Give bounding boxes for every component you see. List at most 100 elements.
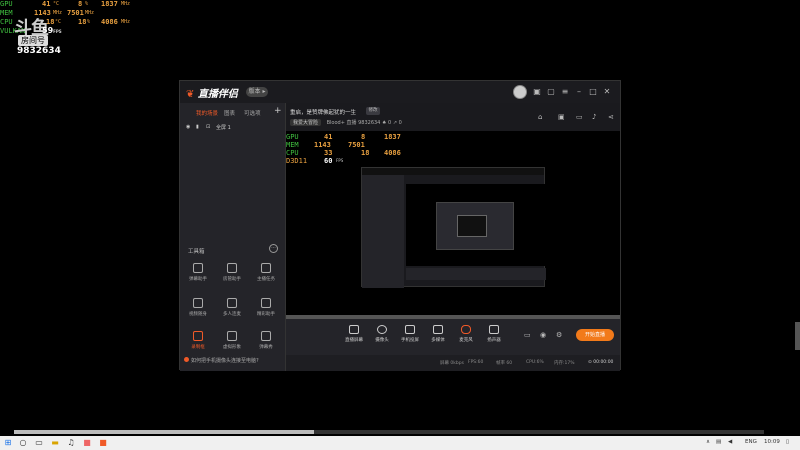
- osd-label: MEM: [286, 141, 299, 149]
- speaker-icon: [489, 325, 499, 334]
- phone-icon: [405, 325, 415, 334]
- taskbar-clock[interactable]: 10:09: [764, 439, 780, 445]
- tool-label: 视频随身: [189, 312, 207, 317]
- tip-icon: [184, 357, 189, 362]
- osd-unit: MHz: [121, 1, 131, 7]
- control-label: 手机投屏: [401, 338, 419, 343]
- download-icon: [227, 298, 237, 308]
- tool-streamer-task[interactable]: 主播任务: [252, 263, 280, 287]
- control-label: 摄像头: [375, 338, 389, 343]
- bell-icon[interactable]: ♪: [592, 113, 596, 121]
- lock-icon[interactable]: ▮: [196, 124, 199, 130]
- osd-unit: MHz: [85, 10, 95, 16]
- share-count: 0: [398, 120, 402, 126]
- share-icon[interactable]: ⋖: [608, 113, 614, 121]
- play-icon: [433, 325, 443, 334]
- status-cpu: CPU:6%: [526, 360, 544, 365]
- microphone-button[interactable]: 麦克风: [453, 325, 479, 343]
- tool-video[interactable]: 视频随身: [184, 298, 212, 322]
- volume-icon[interactable]: ◀: [728, 439, 732, 445]
- scene-item[interactable]: ◉ ▮ ⊡ 全屏 1: [184, 123, 282, 133]
- search-icon[interactable]: ○: [18, 438, 28, 448]
- shirt-icon[interactable]: ▣: [532, 87, 542, 97]
- language-indicator[interactable]: ENG: [745, 439, 757, 445]
- tray-chevron-icon[interactable]: ∧: [706, 439, 710, 445]
- version-button[interactable]: 版本 ▸: [246, 87, 268, 97]
- osd-value: 1143: [314, 141, 331, 149]
- tool-danmu-show[interactable]: 弹幕秀: [252, 331, 280, 355]
- go-live-button[interactable]: 开始直播: [576, 329, 614, 341]
- osd-value: 41: [324, 133, 333, 141]
- control-label: 扬声器: [487, 338, 501, 343]
- streaming-app-icon[interactable]: ■: [98, 438, 108, 448]
- osd-value: 7501: [348, 141, 365, 149]
- settings-icon[interactable]: ⚙: [556, 331, 562, 339]
- file-explorer-icon[interactable]: ▬: [50, 438, 60, 448]
- highlight-icon: [261, 298, 271, 308]
- osd-label: CPU: [0, 18, 13, 26]
- eye-icon[interactable]: ◉: [540, 331, 546, 339]
- preview-osd-row: D3D11 60 FPS: [286, 157, 343, 165]
- network-icon[interactable]: ▤: [716, 439, 721, 445]
- gift-icon[interactable]: ⌂: [538, 113, 542, 121]
- nested-view-2: [436, 202, 514, 250]
- screen: GPU 41 °C 8% 1837 MHz MEM 1143 MHz 7501 MHz …: [0, 0, 800, 450]
- douyu-app-icon[interactable]: ■: [82, 438, 92, 448]
- eye-icon[interactable]: ◉: [186, 124, 190, 130]
- tab-options[interactable]: 可选项: [244, 109, 261, 117]
- control-bar: 直播屏幕 摄像头 手机投屏 多媒体 麦克风 扬声器 ▭ ◉ ⚙ 开始直播: [286, 319, 620, 355]
- minimize-icon[interactable]: –: [574, 87, 584, 97]
- add-scene-button[interactable]: +: [274, 106, 282, 116]
- app-logo: ❦ 直播伴侣: [186, 85, 238, 100]
- tool-multi-mic[interactable]: 多人连麦: [218, 298, 246, 322]
- like-count: 0: [388, 120, 392, 126]
- camera-button[interactable]: 摄像头: [369, 325, 395, 343]
- screen-capture-button[interactable]: 直播屏幕: [341, 325, 367, 343]
- avatar[interactable]: [513, 85, 527, 99]
- edit-title-button[interactable]: 修改: [366, 107, 380, 115]
- media-button[interactable]: 多媒体: [425, 325, 451, 343]
- download-icon: [227, 331, 237, 341]
- osd-value: 1837: [384, 133, 401, 141]
- side-panel-handle[interactable]: [795, 322, 800, 350]
- tool-highlights[interactable]: 精彩助手: [252, 298, 280, 322]
- nested-view-3: [457, 215, 487, 237]
- category-pill[interactable]: 我爱大冒险: [290, 119, 322, 126]
- media-progress-track[interactable]: [14, 430, 764, 434]
- preview-osd-row: MEM 1143 7501: [286, 141, 365, 149]
- maximize-icon[interactable]: □: [588, 87, 598, 97]
- tool-avatar[interactable]: 虚拟形象: [218, 331, 246, 355]
- phone-cast-button[interactable]: 手机投屏: [397, 325, 423, 343]
- scene-name: 全屏 1: [216, 125, 231, 131]
- menu-icon[interactable]: ≡: [560, 87, 570, 97]
- footer-tip[interactable]: 如何把手机摄像头连接至电脑?: [184, 357, 259, 364]
- osd-unit: %: [87, 19, 91, 25]
- osd-value: 18: [361, 149, 370, 157]
- tools-more-button[interactable]: ···: [269, 244, 278, 253]
- box-icon[interactable]: ▣: [558, 113, 565, 121]
- speaker-button[interactable]: 扬声器: [481, 325, 507, 343]
- room-meta-text: Blood+ 直播 9832634: [326, 120, 381, 126]
- notification-icon[interactable]: ▯: [786, 439, 789, 445]
- nested-view: [406, 184, 546, 266]
- close-icon[interactable]: ✕: [602, 87, 612, 97]
- overlay-fps: 59FPS: [42, 26, 62, 35]
- osd-unit: FPS: [336, 158, 344, 163]
- app-icon[interactable]: ♫: [66, 438, 76, 448]
- tab-scenes[interactable]: 我的场景: [196, 109, 218, 117]
- task-icon: [261, 263, 271, 273]
- record-video-icon[interactable]: ▭: [524, 331, 531, 339]
- task-view-icon[interactable]: ▭: [34, 438, 44, 448]
- tool-danmu-helper[interactable]: 弹幕助手: [184, 263, 212, 287]
- osd-label: D3D11: [286, 157, 308, 165]
- tool-room-admin[interactable]: 房管助手: [218, 263, 246, 287]
- tool-label: 精彩助手: [257, 312, 275, 317]
- screen-icon[interactable]: ▭: [576, 113, 583, 121]
- windows-start-icon[interactable]: ⊞: [3, 438, 13, 448]
- status-memory: 内存:17%: [554, 361, 575, 366]
- tool-record-frame[interactable]: 录制框: [184, 331, 212, 355]
- mail-icon[interactable]: ▢: [546, 87, 556, 97]
- stream-preview[interactable]: GPU 41 8 1837 MEM 1143 7501 CPU 33 18 4086 D3D11…: [286, 131, 620, 319]
- tab-charts[interactable]: 图表: [224, 109, 235, 117]
- room-meta: 我爱大冒险 Blood+ 直播 9832634 ♠ 0 ↗ 0: [290, 119, 402, 126]
